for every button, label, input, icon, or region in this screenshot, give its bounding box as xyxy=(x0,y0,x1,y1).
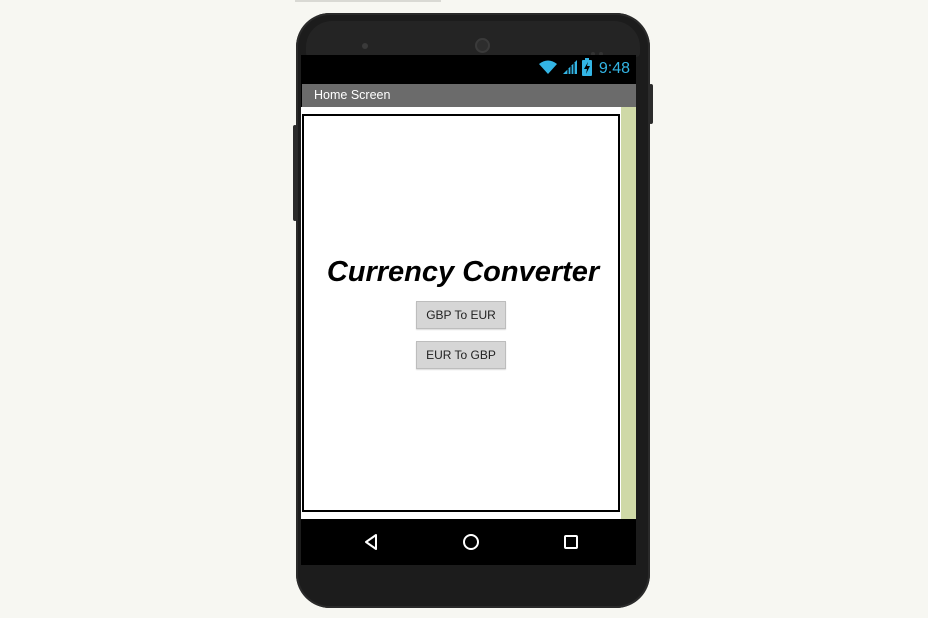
power-button xyxy=(649,84,653,124)
phone-top-bezel xyxy=(306,21,640,57)
speaker-icon xyxy=(475,38,490,53)
phone-screen: 9:48 Home Screen Currency Converter GBP … xyxy=(301,55,636,565)
screen-title: Home Screen xyxy=(314,88,391,102)
recents-icon[interactable] xyxy=(561,532,581,552)
wifi-icon xyxy=(538,59,558,80)
sensor-icon xyxy=(591,43,607,56)
eur-to-gbp-button[interactable]: EUR To GBP xyxy=(416,341,506,369)
title-bar: Home Screen xyxy=(302,84,636,107)
gbp-to-eur-button[interactable]: GBP To EUR xyxy=(416,301,506,329)
scroll-strip xyxy=(621,107,636,519)
page-top-divider xyxy=(295,0,441,2)
front-camera-icon xyxy=(362,43,368,49)
vertical-arrangement: Currency Converter GBP To EUR EUR To GBP xyxy=(302,114,620,512)
volume-button xyxy=(293,125,297,221)
status-bar: 9:48 xyxy=(301,55,636,84)
navigation-bar xyxy=(301,519,636,565)
back-icon[interactable] xyxy=(361,532,381,552)
app-content: Currency Converter GBP To EUR EUR To GBP xyxy=(301,107,636,519)
app-heading: Currency Converter xyxy=(326,256,600,288)
status-time: 9:48 xyxy=(598,60,630,77)
phone-frame: 9:48 Home Screen Currency Converter GBP … xyxy=(293,13,653,608)
battery-charging-icon xyxy=(581,57,592,81)
home-icon[interactable] xyxy=(461,532,481,552)
cell-signal-icon xyxy=(562,59,578,80)
